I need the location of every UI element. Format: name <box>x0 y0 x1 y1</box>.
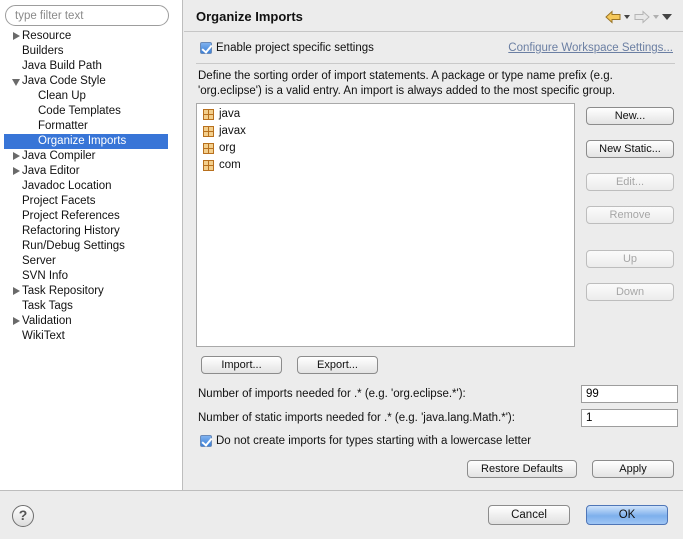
import-button[interactable]: Import... <box>201 356 282 374</box>
tree-item[interactable]: Run/Debug Settings <box>0 239 182 254</box>
tree-item-label: Task Tags <box>22 300 73 312</box>
export-button[interactable]: Export... <box>297 356 378 374</box>
imports-threshold-input[interactable] <box>581 385 678 403</box>
tree-item[interactable]: Resource <box>0 29 182 44</box>
forward-arrow-icon[interactable] <box>634 10 650 24</box>
tree-item[interactable]: Organize Imports <box>4 134 168 149</box>
tree-item[interactable]: Clean Up <box>0 89 182 104</box>
tree-item-label: Builders <box>22 45 64 57</box>
static-imports-threshold-input[interactable] <box>581 409 678 427</box>
tree-item-label: Validation <box>22 315 72 327</box>
new-button[interactable]: New... <box>586 107 674 125</box>
tree-item-label: Project Facets <box>22 195 96 207</box>
import-group-item[interactable]: java <box>197 106 574 123</box>
package-icon <box>203 160 214 171</box>
tree-item-label: Javadoc Location <box>22 180 112 192</box>
static-imports-threshold-label: Number of static imports needed for .* (… <box>198 412 515 424</box>
collapsed-triangle-icon[interactable] <box>13 167 20 175</box>
tree-item-label: WikiText <box>22 330 65 342</box>
new-static-button[interactable]: New Static... <box>586 140 674 158</box>
restore-defaults-button[interactable]: Restore Defaults <box>467 460 577 478</box>
tree-item-label: Java Build Path <box>22 60 102 72</box>
edit-button[interactable]: Edit... <box>586 173 674 191</box>
tree-item[interactable]: Code Templates <box>0 104 182 119</box>
import-group-label: com <box>219 159 241 171</box>
tree-item[interactable]: Task Repository <box>0 284 182 299</box>
tree-item[interactable]: Project References <box>0 209 182 224</box>
enable-project-settings-label: Enable project specific settings <box>216 42 374 54</box>
page-title: Organize Imports <box>196 9 303 24</box>
tree-item[interactable]: Task Tags <box>0 299 182 314</box>
view-menu-icon[interactable] <box>662 14 672 20</box>
import-group-item[interactable]: javax <box>197 123 574 140</box>
tree-item[interactable]: Java Compiler <box>0 149 182 164</box>
lowercase-types-checkbox[interactable] <box>200 435 212 447</box>
forward-dropdown-icon[interactable] <box>653 15 659 19</box>
tree-item[interactable]: Validation <box>0 314 182 329</box>
configure-workspace-settings-link[interactable]: Configure Workspace Settings... <box>508 42 673 54</box>
import-group-label: javax <box>219 125 246 137</box>
tree-item[interactable]: WikiText <box>0 329 182 344</box>
tree-item-label: Server <box>22 255 56 267</box>
header-separator <box>184 31 683 32</box>
package-icon <box>203 143 214 154</box>
tree-item[interactable]: Formatter <box>0 119 182 134</box>
back-dropdown-icon[interactable] <box>624 15 630 19</box>
tree-item[interactable]: Java Code Style <box>0 74 182 89</box>
collapsed-triangle-icon[interactable] <box>13 287 20 295</box>
collapsed-triangle-icon[interactable] <box>13 152 20 160</box>
back-arrow-icon[interactable] <box>605 10 621 24</box>
tree-item-label: Java Editor <box>22 165 80 177</box>
package-icon <box>203 126 214 137</box>
import-group-label: java <box>219 108 241 120</box>
import-group-label: org <box>219 142 236 154</box>
tree-item[interactable]: Java Editor <box>0 164 182 179</box>
tree-item-label: Java Code Style <box>22 75 106 87</box>
ok-button[interactable]: OK <box>586 505 668 525</box>
tree-item-label: Task Repository <box>22 285 104 297</box>
expanded-triangle-icon[interactable] <box>12 79 20 86</box>
import-order-description: Define the sorting order of import state… <box>198 70 616 97</box>
tree-item-label: Code Templates <box>38 105 121 117</box>
tree-item-label: Clean Up <box>38 90 86 102</box>
down-button[interactable]: Down <box>586 283 674 301</box>
section-separator <box>196 63 675 64</box>
tree-item-label: Organize Imports <box>38 135 127 147</box>
lowercase-types-label: Do not create imports for types starting… <box>216 435 532 447</box>
tree-item-label: Run/Debug Settings <box>22 240 125 252</box>
tree-item-label: SVN Info <box>22 270 69 282</box>
tree-item-label: Formatter <box>38 120 88 132</box>
package-icon <box>203 109 214 120</box>
help-icon[interactable]: ? <box>12 505 34 527</box>
page-navigation <box>593 10 673 24</box>
tree-item-label: Java Compiler <box>22 150 96 162</box>
imports-threshold-label: Number of imports needed for .* (e.g. 'o… <box>198 388 466 400</box>
dialog-footer-separator <box>0 490 683 491</box>
tree-item[interactable]: Javadoc Location <box>0 179 182 194</box>
organize-imports-page: Organize Imports Enable project specific… <box>184 0 683 490</box>
tree-item[interactable]: Java Build Path <box>0 59 182 74</box>
preferences-tree-panel: Resource Builders Java Build Path Java Code… <box>0 0 183 490</box>
tree-item-label: Resource <box>22 30 72 42</box>
import-group-item[interactable]: org <box>197 140 574 157</box>
import-group-item[interactable]: com <box>197 157 574 174</box>
import-order-list[interactable]: java javax org com <box>196 103 575 347</box>
tree-item[interactable]: Refactoring History <box>0 224 182 239</box>
tree-item[interactable]: SVN Info <box>0 269 182 284</box>
preferences-tree: Resource Builders Java Build Path Java Code… <box>0 29 182 344</box>
tree-item-label: Refactoring History <box>22 225 120 237</box>
collapsed-triangle-icon[interactable] <box>13 317 20 325</box>
filter-input[interactable] <box>5 5 169 26</box>
up-button[interactable]: Up <box>586 250 674 268</box>
enable-project-settings-checkbox[interactable] <box>200 42 212 54</box>
remove-button[interactable]: Remove <box>586 206 674 224</box>
cancel-button[interactable]: Cancel <box>488 505 570 525</box>
tree-item[interactable]: Server <box>0 254 182 269</box>
tree-item[interactable]: Project Facets <box>0 194 182 209</box>
tree-item[interactable]: Builders <box>0 44 182 59</box>
tree-item-label: Project References <box>22 210 120 222</box>
apply-button[interactable]: Apply <box>592 460 674 478</box>
collapsed-triangle-icon[interactable] <box>13 32 20 40</box>
